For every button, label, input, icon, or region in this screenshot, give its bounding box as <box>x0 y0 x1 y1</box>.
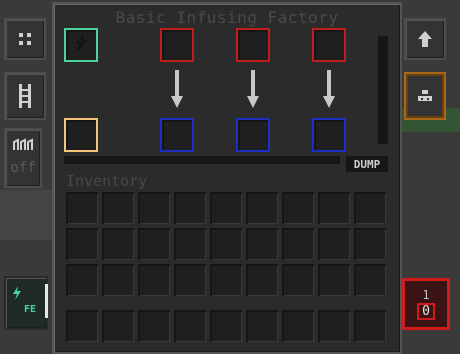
energy-unit-label: FE <box>24 304 37 315</box>
input-slot-3[interactable] <box>314 30 344 60</box>
inventory-slot[interactable] <box>354 228 386 260</box>
hotbar-slot[interactable] <box>138 310 170 342</box>
background-band-left <box>0 190 52 240</box>
inventory-slot[interactable] <box>210 264 242 296</box>
inventory-slot[interactable] <box>318 264 350 296</box>
hotbar-slot[interactable] <box>66 310 98 342</box>
hotbar-slot[interactable] <box>318 310 350 342</box>
output-slot-2[interactable] <box>238 120 268 150</box>
inventory-slot[interactable] <box>138 228 170 260</box>
inventory-slot[interactable] <box>210 228 242 260</box>
inventory-label: Inventory <box>66 172 148 190</box>
energy-display[interactable]: FE <box>4 276 48 330</box>
config-icon <box>418 90 432 101</box>
inventory-slot[interactable] <box>174 264 206 296</box>
inventory-slot[interactable] <box>282 228 314 260</box>
inventory-slot[interactable] <box>318 192 350 224</box>
energy-bar <box>45 284 48 318</box>
infuse-gauge <box>378 36 388 144</box>
inventory-slot[interactable] <box>102 228 134 260</box>
hotbar-slot[interactable] <box>246 310 278 342</box>
inventory-slot[interactable] <box>246 264 278 296</box>
inventory-slot[interactable] <box>282 192 314 224</box>
redstone-state-label: off <box>10 160 36 176</box>
input-slot-1[interactable] <box>162 30 192 60</box>
inventory-slot[interactable] <box>66 264 98 296</box>
lightning-icon <box>76 34 88 51</box>
inventory-slot[interactable] <box>318 228 350 260</box>
dump-button[interactable]: DUMP <box>346 156 388 172</box>
inventory-slot[interactable] <box>174 228 206 260</box>
inventory-slot[interactable] <box>246 228 278 260</box>
inventory-slot[interactable] <box>102 264 134 296</box>
inventory-slot[interactable] <box>210 192 242 224</box>
hotbar-slot[interactable] <box>354 310 386 342</box>
player-inventory <box>66 192 390 342</box>
progress-arrow-1 <box>171 70 183 108</box>
machine-gui-panel: Basic Infusing Factory DUMP Inventory <box>52 2 402 354</box>
hotbar-slot[interactable] <box>210 310 242 342</box>
grid-icon <box>19 33 31 45</box>
redstone-icon <box>13 138 33 150</box>
infuse-bar <box>64 156 340 164</box>
inventory-slot[interactable] <box>66 192 98 224</box>
output-slot-3[interactable] <box>314 120 344 150</box>
counter-bottom: 0 <box>417 302 435 320</box>
output-slot-1[interactable] <box>162 120 192 150</box>
input-slot-2[interactable] <box>238 30 268 60</box>
hotbar-slot[interactable] <box>174 310 206 342</box>
energy-input-slot[interactable] <box>66 30 96 60</box>
progress-arrow-3 <box>323 70 335 108</box>
inventory-slot[interactable] <box>354 192 386 224</box>
machine-title: Basic Infusing Factory <box>115 8 339 27</box>
counter-top: 1 <box>422 287 430 302</box>
upgrade-arrow-icon <box>418 31 432 47</box>
side-config-button[interactable] <box>4 18 46 60</box>
inventory-slot[interactable] <box>354 264 386 296</box>
inventory-slot[interactable] <box>246 192 278 224</box>
sort-counter[interactable]: 1 0 <box>402 278 450 330</box>
hotbar-slot[interactable] <box>102 310 134 342</box>
progress-arrow-2 <box>247 70 259 108</box>
inventory-slot[interactable] <box>282 264 314 296</box>
infuse-input-slot[interactable] <box>66 120 96 150</box>
inventory-slot[interactable] <box>138 192 170 224</box>
upgrade-button[interactable] <box>404 18 446 60</box>
lightning-icon <box>13 286 21 300</box>
ladder-icon <box>19 84 31 108</box>
inventory-slot[interactable] <box>174 192 206 224</box>
transporter-config-button[interactable] <box>4 72 46 120</box>
inventory-slot[interactable] <box>138 264 170 296</box>
redstone-control-button[interactable]: off <box>4 128 42 188</box>
inventory-slot[interactable] <box>102 192 134 224</box>
inventory-slot[interactable] <box>66 228 98 260</box>
side-config-tab[interactable] <box>404 72 446 120</box>
hotbar-slot[interactable] <box>282 310 314 342</box>
